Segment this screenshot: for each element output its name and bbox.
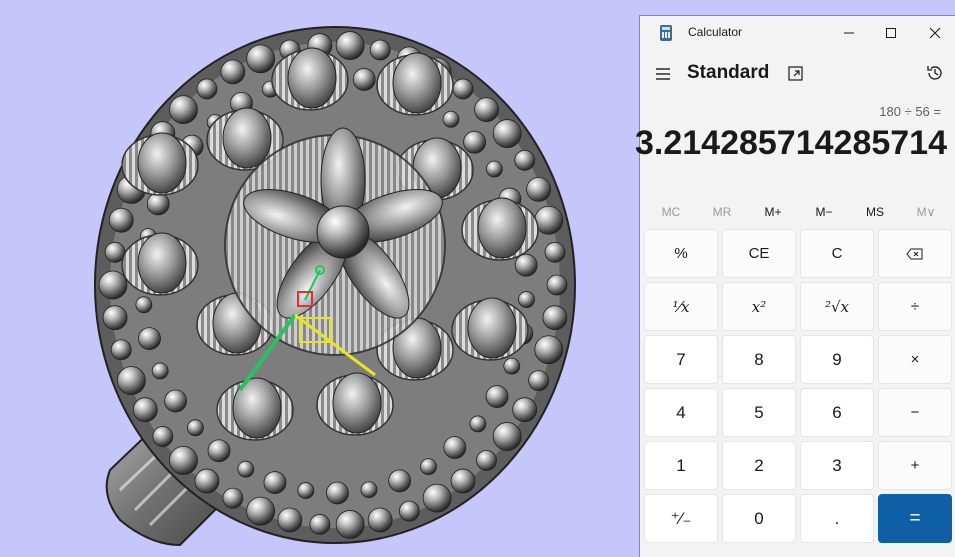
maximize-button[interactable] [868, 16, 914, 50]
add-button[interactable]: + [878, 441, 952, 490]
keep-on-top-icon[interactable] [787, 65, 805, 83]
digit-5-button[interactable]: 5 [722, 388, 796, 437]
close-button[interactable] [912, 16, 955, 50]
memory-add-button[interactable]: M+ [748, 200, 798, 224]
digit-9-button[interactable]: 9 [800, 335, 874, 384]
digit-0-button[interactable]: 0 [722, 494, 796, 543]
memory-subtract-button[interactable]: M− [799, 200, 849, 224]
memory-store-button[interactable]: MS [850, 200, 900, 224]
decimal-button[interactable]: . [800, 494, 874, 543]
mode-header: Standard [640, 58, 955, 90]
digit-6-button[interactable]: 6 [800, 388, 874, 437]
close-icon [929, 27, 941, 39]
minimize-icon [844, 32, 854, 34]
percent-button[interactable]: % [644, 229, 718, 278]
backspace-icon [906, 248, 923, 259]
memory-row: MC MR M+ M− MS M∨ [646, 200, 950, 224]
calculator-app-icon [660, 25, 672, 41]
digit-3-button[interactable]: 3 [800, 441, 874, 490]
digit-2-button[interactable]: 2 [722, 441, 796, 490]
title-bar[interactable]: Calculator [640, 16, 955, 50]
divide-button[interactable]: ÷ [878, 282, 952, 331]
maximize-icon [886, 28, 896, 38]
reciprocal-button[interactable]: ¹⁄x [644, 282, 718, 331]
digit-7-button[interactable]: 7 [644, 335, 718, 384]
square-button[interactable]: x² [722, 282, 796, 331]
equals-button[interactable]: = [878, 494, 952, 543]
multiply-button[interactable]: × [878, 335, 952, 384]
clear-button[interactable]: C [800, 229, 874, 278]
window-title: Calculator [688, 25, 743, 39]
memory-clear-button[interactable]: MC [646, 200, 696, 224]
square-root-button[interactable]: ²√x [800, 282, 874, 331]
backspace-button[interactable] [878, 229, 952, 278]
mode-title: Standard [687, 62, 770, 83]
memory-list-button[interactable]: M∨ [901, 200, 951, 224]
digit-4-button[interactable]: 4 [644, 388, 718, 437]
minimize-button[interactable] [826, 16, 872, 50]
digit-1-button[interactable]: 1 [644, 441, 718, 490]
3d-viewport[interactable] [0, 0, 638, 557]
digit-8-button[interactable]: 8 [722, 335, 796, 384]
subtract-button[interactable]: − [878, 388, 952, 437]
result-display: 3.214285714285714 [635, 124, 947, 162]
expression-display: 180 ÷ 56 = [879, 104, 941, 119]
hamburger-menu-icon[interactable] [654, 64, 674, 84]
memory-recall-button[interactable]: MR [697, 200, 747, 224]
history-icon[interactable] [925, 63, 945, 83]
negate-button[interactable]: ⁺⁄₋ [644, 494, 718, 543]
ring-model [94, 26, 576, 547]
calculator-window: Calculator Standard 180 ÷ 56 = 3.2142857… [635, 15, 955, 557]
clear-entry-button[interactable]: CE [722, 229, 796, 278]
